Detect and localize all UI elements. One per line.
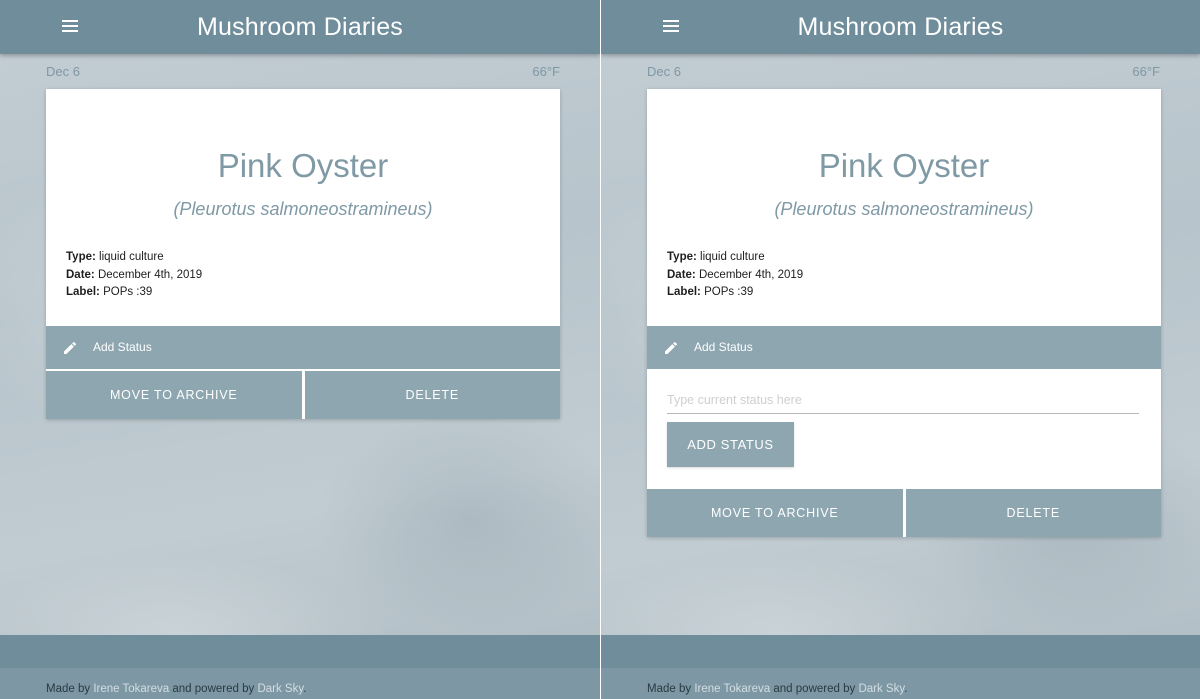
detail-date-value: December 4th, 2019 <box>97 268 203 281</box>
add-status-toggle[interactable]: Add Status <box>46 326 560 369</box>
footer-made-by: Made by <box>647 683 692 695</box>
footer-powered-by: and powered by <box>172 683 255 695</box>
delete-button[interactable]: Delete <box>905 489 1161 537</box>
footer: Made by Irene Tokareva and powered by Da… <box>601 668 1200 699</box>
detail-label-value: POPs :39 <box>103 286 153 298</box>
footer-powered-by: and powered by <box>773 683 856 695</box>
footer-suffix: . <box>904 683 908 695</box>
detail-date: Date: December 4th, 2019 <box>667 267 803 285</box>
app-title: Mushroom Diaries <box>196 13 404 41</box>
current-date: Dec 6 <box>647 64 681 79</box>
detail-label: Label: POPs :39 <box>667 284 803 302</box>
mushroom-card: Pink Oyster (Pleurotus salmoneostramineu… <box>647 89 1161 537</box>
footer-made-by: Made by <box>46 683 91 695</box>
delete-button[interactable]: Delete <box>304 371 560 419</box>
card-actions: Move to Archive Delete <box>46 371 560 419</box>
detail-date-label: Date: <box>667 268 696 281</box>
mushroom-name: Pink Oyster <box>818 147 990 184</box>
mushroom-details: Type: liquid culture Date: December 4th,… <box>66 249 202 302</box>
mushroom-card: Pink Oyster (Pleurotus salmoneostramineu… <box>46 89 560 419</box>
detail-date-label: Date: <box>66 268 95 281</box>
author-link[interactable]: Irene Tokareva <box>93 683 169 695</box>
add-status-label: Add Status <box>694 340 753 354</box>
app-bar: Mushroom Diaries <box>0 0 600 54</box>
detail-date-value: December 4th, 2019 <box>698 268 804 281</box>
detail-label: Label: POPs :39 <box>66 284 202 302</box>
detail-type: Type: liquid culture <box>66 249 202 267</box>
app-bar: Mushroom Diaries <box>601 0 1200 54</box>
card-body: Pink Oyster (Pleurotus salmoneostramineu… <box>647 89 1161 326</box>
add-status-label: Add Status <box>93 340 152 354</box>
footer-band <box>601 635 1200 668</box>
screen-expanded: Mushroom Diaries Dec 6 66°F Pink Oyster … <box>601 0 1200 699</box>
screen-collapsed: Mushroom Diaries Dec 6 66°F Pink Oyster … <box>0 0 600 699</box>
current-temperature: 66°F <box>532 64 560 79</box>
move-to-archive-button[interactable]: Move to Archive <box>46 371 302 419</box>
footer-credits: Made by Irene Tokareva and powered by Da… <box>647 683 907 695</box>
detail-label-label: Label: <box>667 286 701 298</box>
pencil-icon <box>64 341 77 354</box>
detail-type: Type: liquid culture <box>667 249 803 267</box>
current-temperature: 66°F <box>1132 64 1160 79</box>
detail-label-label: Label: <box>66 286 100 298</box>
detail-type-value: liquid culture <box>700 251 765 263</box>
move-to-archive-button[interactable]: Move to Archive <box>647 489 903 537</box>
footer-suffix: . <box>303 683 307 695</box>
add-status-button[interactable]: Add Status <box>667 422 794 467</box>
mushroom-name: Pink Oyster <box>217 147 389 184</box>
pencil-icon <box>665 341 678 354</box>
footer-band <box>0 635 600 668</box>
add-status-toggle[interactable]: Add Status <box>647 326 1161 369</box>
author-link[interactable]: Irene Tokareva <box>694 683 770 695</box>
dark-sky-link[interactable]: Dark Sky <box>257 683 303 695</box>
detail-type-label: Type: <box>667 251 697 263</box>
app-title: Mushroom Diaries <box>797 13 1004 41</box>
status-form: Add Status <box>647 369 1161 487</box>
footer-credits: Made by Irene Tokareva and powered by Da… <box>46 683 306 695</box>
detail-type-value: liquid culture <box>99 251 164 263</box>
card-actions: Move to Archive Delete <box>647 489 1161 537</box>
mushroom-details: Type: liquid culture Date: December 4th,… <box>667 249 803 302</box>
mushroom-latin-name: (Pleurotus salmoneostramineus) <box>774 199 1034 219</box>
current-date: Dec 6 <box>46 64 80 79</box>
detail-type-label: Type: <box>66 251 96 263</box>
detail-label-value: POPs :39 <box>704 286 754 298</box>
status-input[interactable] <box>667 387 1139 414</box>
card-body: Pink Oyster (Pleurotus salmoneostramineu… <box>46 89 560 326</box>
dark-sky-link[interactable]: Dark Sky <box>858 683 904 695</box>
footer: Made by Irene Tokareva and powered by Da… <box>0 668 600 699</box>
mushroom-latin-name: (Pleurotus salmoneostramineus) <box>173 199 433 219</box>
detail-date: Date: December 4th, 2019 <box>66 267 202 285</box>
